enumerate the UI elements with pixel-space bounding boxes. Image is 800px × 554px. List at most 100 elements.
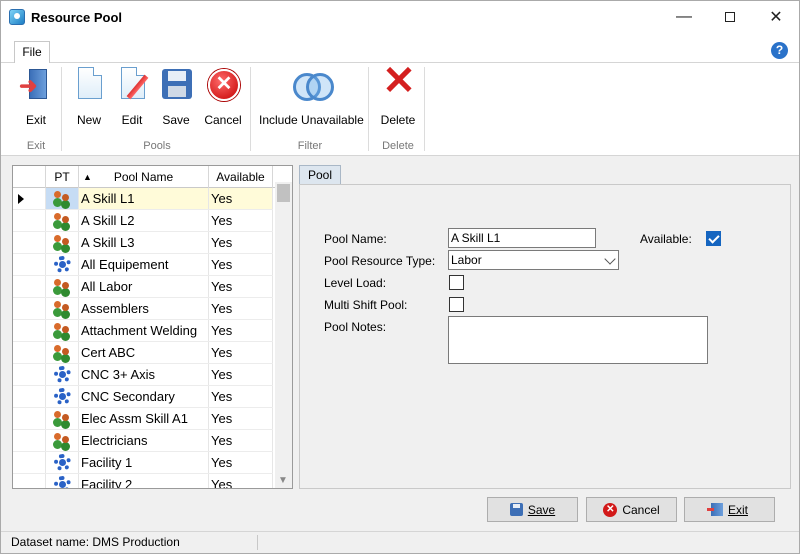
table-row[interactable]: Assemblers Yes [13,298,273,320]
scroll-down-arrow[interactable]: ▼ [278,475,288,486]
pool-name-cell: Assemblers [79,298,209,319]
people-icon [54,322,72,339]
pool-name-input[interactable]: A Skill L1 [448,228,596,248]
rings-icon [293,67,334,101]
minimize-button[interactable]: — [661,1,707,33]
people-icon [54,410,72,427]
row-selector[interactable] [13,408,46,429]
include-unavailable-label: Include Unavailable [259,113,364,127]
save-ribbon-button[interactable]: Save [156,67,196,127]
people-icon [54,212,72,229]
row-selector[interactable] [13,430,46,451]
resource-pool-window: Resource Pool — ✕ File ? ➜ Exit Exit New… [0,0,800,554]
table-row[interactable]: Cert ABC Yes [13,342,273,364]
row-selector[interactable] [13,254,46,275]
edit-button[interactable]: Edit [112,67,152,127]
exit-button[interactable]: Exit [684,497,775,522]
available-cell: Yes [209,342,273,363]
table-row[interactable]: A Skill L1 Yes [13,188,273,210]
row-selector[interactable] [13,188,46,209]
pool-type-cell [46,342,79,363]
grid-header: PT ▲ Pool Name Available [13,166,292,188]
ribbon-separator [368,67,369,151]
table-row[interactable]: Facility 2 Yes [13,474,273,488]
table-row[interactable]: Attachment Welding Yes [13,320,273,342]
table-row[interactable]: A Skill L3 Yes [13,232,273,254]
delete-button[interactable]: ✕ Delete [377,61,419,127]
save-button[interactable]: Save [487,497,578,522]
row-selector[interactable] [13,452,46,473]
pool-type-cell [46,188,79,209]
pool-type-cell [46,408,79,429]
exit-door-icon: ➜ [19,67,53,101]
row-selector[interactable] [13,474,46,488]
pool-notes-textarea[interactable] [448,316,708,364]
table-row[interactable]: Facility 1 Yes [13,452,273,474]
available-label: Available: [640,232,692,246]
table-row[interactable]: CNC Secondary Yes [13,386,273,408]
cancel-button[interactable]: ✕ Cancel [586,497,677,522]
column-header-pt[interactable]: PT [46,166,79,188]
floppy-disk-icon [159,67,193,101]
close-button[interactable]: ✕ [753,1,799,33]
row-selector[interactable] [13,342,46,363]
people-icon [54,300,72,317]
row-selector[interactable] [13,364,46,385]
row-selector[interactable] [13,386,46,407]
tab-file[interactable]: File [14,41,50,64]
available-cell: Yes [209,320,273,341]
pool-name-cell: Facility 1 [79,452,209,473]
row-selector[interactable] [13,298,46,319]
minimize-icon: — [676,8,692,25]
row-selector[interactable] [13,210,46,231]
maximize-button[interactable] [707,1,753,33]
tab-pool[interactable]: Pool [299,165,341,185]
row-selector[interactable] [13,320,46,341]
column-header-available[interactable]: Available [209,166,273,188]
level-load-checkbox[interactable] [449,275,464,290]
table-row[interactable]: Elec Assm Skill A1 Yes [13,408,273,430]
app-icon [9,9,25,25]
new-button[interactable]: New [69,67,109,127]
include-unavailable-button[interactable]: Include Unavailable [259,67,364,127]
grid-scrollbar[interactable]: ▼ [275,182,292,488]
available-cell: Yes [209,276,273,297]
multi-shift-checkbox[interactable] [449,297,464,312]
table-row[interactable]: All Equipement Yes [13,254,273,276]
help-icon[interactable]: ? [771,42,788,59]
resource-type-dropdown[interactable]: Labor [448,250,619,270]
scrollbar-thumb[interactable] [277,184,290,202]
people-icon [54,344,72,361]
exit-ribbon-button[interactable]: ➜ Exit [15,67,57,127]
cancel-ribbon-button[interactable]: ✕ Cancel [201,67,245,127]
gear-icon [54,366,71,383]
available-checkbox[interactable] [706,231,721,246]
group-label-filter: Filter [297,140,323,152]
current-row-pointer-icon [18,194,24,204]
pool-type-cell [46,232,79,253]
exit-ribbon-label: Exit [25,113,46,127]
row-selector[interactable] [13,232,46,253]
available-cell: Yes [209,232,273,253]
table-row[interactable]: Electricians Yes [13,430,273,452]
multi-shift-label: Multi Shift Pool: [324,298,408,312]
gear-icon [54,454,71,471]
available-cell: Yes [209,254,273,275]
chevron-down-icon [604,253,616,265]
row-selector[interactable] [13,276,46,297]
edit-document-icon [115,67,149,101]
title-bar: Resource Pool — ✕ [1,1,799,33]
table-row[interactable]: CNC 3+ Axis Yes [13,364,273,386]
people-icon [54,190,72,207]
group-label-pools: Pools [143,140,171,152]
table-row[interactable]: All Labor Yes [13,276,273,298]
column-header-pool-name[interactable]: ▲ Pool Name [79,166,209,188]
pool-name-cell: CNC Secondary [79,386,209,407]
delete-label: Delete [380,113,416,127]
people-icon [54,278,72,295]
group-label-exit: Exit [26,140,46,152]
people-icon [54,432,72,449]
table-row[interactable]: A Skill L2 Yes [13,210,273,232]
pool-type-cell [46,386,79,407]
pool-name-label: Pool Name: [324,232,387,246]
